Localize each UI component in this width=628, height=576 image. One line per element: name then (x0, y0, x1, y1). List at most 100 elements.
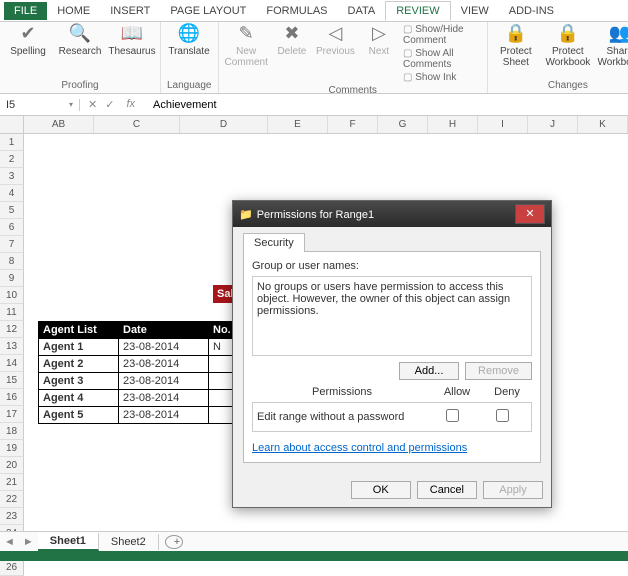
table-cell[interactable]: 23-08-2014 (119, 407, 209, 424)
table-cell[interactable]: 23-08-2014 (119, 339, 209, 356)
status-bar (0, 551, 628, 561)
translate-icon: 🌐 (178, 24, 200, 44)
table-cell[interactable]: Agent 4 (39, 390, 119, 407)
table-cell[interactable]: 23-08-2014 (119, 373, 209, 390)
row-header[interactable]: 12 (0, 321, 24, 338)
column-header[interactable]: F (328, 116, 378, 133)
folder-icon: 📁 (239, 209, 253, 221)
column-header[interactable]: J (528, 116, 578, 133)
tab-file[interactable]: FILE (4, 2, 47, 20)
group-changes-label: Changes (494, 78, 628, 93)
comment-show-options[interactable]: Show/Hide Comment Show All Comments Show… (403, 24, 481, 83)
allow-checkbox[interactable] (446, 409, 459, 422)
row-header[interactable]: 23 (0, 508, 24, 525)
column-header[interactable]: H (428, 116, 478, 133)
sheet-nav-prev[interactable]: ◄ (0, 536, 19, 548)
row-header[interactable]: 19 (0, 440, 24, 457)
row-header[interactable]: 8 (0, 253, 24, 270)
name-box[interactable]: I5 (0, 99, 80, 111)
thesaurus-button[interactable]: 📖Thesaurus (110, 24, 154, 57)
permission-item: Edit range without a password (257, 411, 427, 423)
row-header[interactable]: 6 (0, 219, 24, 236)
column-header[interactable]: I (478, 116, 528, 133)
spelling-button[interactable]: ✔Spelling (6, 24, 50, 57)
previous-comment-button[interactable]: ◁Previous (316, 24, 355, 57)
column-header[interactable]: C (94, 116, 180, 133)
row-header[interactable]: 20 (0, 457, 24, 474)
sheet-nav-next[interactable]: ► (19, 536, 38, 548)
permissions-label: Permissions (252, 386, 432, 398)
spelling-icon: ✔ (20, 24, 35, 44)
row-header[interactable]: 1 (0, 134, 24, 151)
row-header[interactable]: 18 (0, 423, 24, 440)
row-header[interactable]: 16 (0, 389, 24, 406)
fx-icon[interactable]: fx (122, 98, 139, 111)
new-comment-icon: ✎ (239, 24, 254, 44)
delete-icon: ✖ (284, 24, 299, 44)
table-cell[interactable]: Agent 3 (39, 373, 119, 390)
remove-button[interactable]: Remove (465, 362, 532, 380)
apply-button[interactable]: Apply (483, 481, 543, 499)
table-cell[interactable]: Agent 1 (39, 339, 119, 356)
add-button[interactable]: Add... (399, 362, 459, 380)
thesaurus-icon: 📖 (121, 24, 143, 44)
cancel-formula-icon[interactable]: ✕ (88, 98, 97, 111)
tab-review[interactable]: REVIEW (385, 1, 450, 21)
table-cell[interactable]: Agent 2 (39, 356, 119, 373)
sheet-tab-1[interactable]: Sheet1 (38, 533, 99, 551)
tab-view[interactable]: VIEW (451, 2, 499, 20)
table-header: Agent List (39, 322, 119, 339)
tab-formulas[interactable]: FORMULAS (256, 2, 337, 20)
row-header[interactable]: 5 (0, 202, 24, 219)
group-language-label: Language (167, 78, 212, 93)
column-header[interactable]: G (378, 116, 428, 133)
next-comment-button[interactable]: ▷Next (363, 24, 395, 57)
tab-page-layout[interactable]: PAGE LAYOUT (160, 2, 256, 20)
deny-checkbox[interactable] (496, 409, 509, 422)
row-header[interactable]: 10 (0, 287, 24, 304)
row-header[interactable]: 2 (0, 151, 24, 168)
protect-workbook-button[interactable]: 🔒Protect Workbook (546, 24, 590, 68)
row-header[interactable]: 17 (0, 406, 24, 423)
translate-button[interactable]: 🌐Translate (167, 24, 211, 57)
row-header[interactable]: 9 (0, 270, 24, 287)
column-header[interactable]: D (180, 116, 268, 133)
row-header[interactable]: 15 (0, 372, 24, 389)
add-sheet-button[interactable]: + (165, 535, 183, 549)
tab-data[interactable]: DATA (338, 2, 386, 20)
tab-home[interactable]: HOME (47, 2, 100, 20)
tab-addins[interactable]: ADD-INS (499, 2, 564, 20)
dialog-close-button[interactable]: ✕ (515, 204, 545, 224)
sheet-tab-2[interactable]: Sheet2 (99, 534, 159, 550)
research-button[interactable]: 🔍Research (58, 24, 102, 57)
cancel-button[interactable]: Cancel (417, 481, 477, 499)
row-header[interactable]: 7 (0, 236, 24, 253)
new-comment-button[interactable]: ✎New Comment (225, 24, 268, 68)
row-header[interactable]: 13 (0, 338, 24, 355)
column-header[interactable]: AB (24, 116, 94, 133)
row-header[interactable]: 22 (0, 491, 24, 508)
security-tab[interactable]: Security (243, 233, 305, 252)
row-header[interactable]: 11 (0, 304, 24, 321)
table-cell[interactable]: 23-08-2014 (119, 356, 209, 373)
group-list[interactable]: No groups or users have permission to ac… (252, 276, 532, 356)
row-header[interactable]: 3 (0, 168, 24, 185)
previous-icon: ◁ (329, 24, 343, 44)
row-header[interactable]: 26 (0, 559, 24, 576)
table-cell[interactable]: Agent 5 (39, 407, 119, 424)
column-header[interactable]: K (578, 116, 628, 133)
formula-input[interactable] (147, 99, 628, 111)
protect-sheet-button[interactable]: 🔒Protect Sheet (494, 24, 538, 68)
tab-insert[interactable]: INSERT (100, 2, 160, 20)
column-header[interactable]: E (268, 116, 328, 133)
row-header[interactable]: 4 (0, 185, 24, 202)
row-header[interactable]: 14 (0, 355, 24, 372)
share-workbook-button[interactable]: 👥Share Workbook (598, 24, 628, 68)
enter-formula-icon[interactable]: ✓ (105, 98, 114, 111)
row-header[interactable]: 21 (0, 474, 24, 491)
ok-button[interactable]: OK (351, 481, 411, 499)
delete-comment-button[interactable]: ✖Delete (276, 24, 308, 57)
table-cell[interactable]: 23-08-2014 (119, 390, 209, 407)
learn-more-link[interactable]: Learn about access control and permissio… (252, 442, 467, 454)
select-all-corner[interactable] (0, 116, 24, 133)
